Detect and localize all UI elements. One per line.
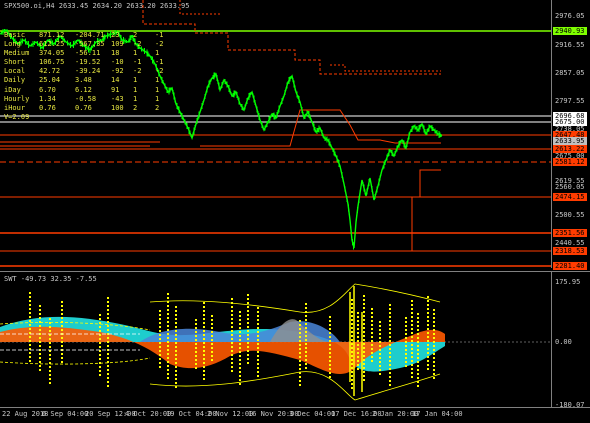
legend-row: Daily 25.04 3.48 14 1 1: [4, 76, 177, 85]
legend-row: Basic 871.12 -204.71 23 2 -1: [4, 31, 177, 40]
legend-cell-c: -10: [111, 58, 124, 67]
price-level-tag: 2675.00: [553, 118, 587, 126]
legend-row: Long 612.25 -567.35 109 -2 -2: [4, 40, 177, 49]
price-tick-label: 2976.05: [555, 12, 585, 20]
legend-cell-d: 1: [133, 94, 138, 103]
price-chart-pane[interactable]: SPX500.oi,H4 2633.45 2634.20 2633.20 263…: [0, 0, 551, 268]
price-tick-label: 2500.55: [555, 211, 585, 219]
indicator-tick-label: 175.95: [555, 278, 581, 286]
price-axis[interactable]: 2976.05 2916.55 2857.05 2797.55 2738.05 2675.…: [551, 0, 590, 270]
price-tick-label: 2797.55: [555, 97, 585, 105]
legend-cell-a: 612.25: [39, 40, 65, 49]
legend-cell-d: -1: [133, 58, 142, 67]
legend-cell-b: -567.35: [75, 40, 105, 49]
legend-cell-a: 25.04: [39, 76, 61, 85]
legend-row: Short 106.75 -19.52 -10 -1 -1: [4, 58, 177, 67]
time-tick-label: 2 Nov 12:00: [207, 410, 254, 418]
price-level-tag: 2281.40: [553, 262, 587, 270]
legend-cell-name: Basic: [4, 31, 26, 39]
indicator-tick-label: 0.00: [555, 338, 572, 346]
price-level-tag: 2474.15: [553, 193, 587, 201]
legend-cell-b: -39.24: [75, 67, 101, 76]
legend-cell-name: iDay: [4, 85, 21, 94]
price-tick-label: 2916.55: [555, 41, 585, 49]
time-tick-label: 17 Jan 04:00: [412, 410, 463, 418]
legend-cell-a: 42.72: [39, 67, 61, 76]
legend-cell-c: 18: [111, 49, 120, 58]
legend-cell-name: Medium: [4, 49, 30, 58]
legend-cell-e: -2: [155, 40, 164, 49]
support-step-line: [411, 169, 441, 251]
legend-cell-b: -19.52: [75, 58, 101, 67]
price-level-tag: 2633.95: [553, 137, 587, 145]
legend-cell-name: Long: [4, 40, 21, 49]
legend-cell-e: 1: [155, 85, 160, 94]
legend-cell-e: -2: [155, 67, 164, 76]
legend-cell-e: 1: [155, 94, 160, 103]
legend-cell-c: -43: [111, 94, 124, 103]
time-tick-label: 6 Sep 04:00: [42, 410, 89, 418]
price-level-tag: 2318.53: [553, 247, 587, 255]
timeframe-legend: Basic 871.12 -204.71 23 2 -1 Long 612.25 -567.35…: [4, 31, 177, 122]
price-level-tag: 2613.22: [553, 145, 587, 153]
legend-cell-name: Daily: [4, 76, 26, 85]
legend-cell-e: 1: [155, 76, 160, 85]
legend-cell-d: 1: [133, 85, 138, 94]
legend-cell-c: 23: [111, 31, 120, 39]
legend-row: iHour 0.76 0.76 100 2 2: [4, 104, 177, 113]
legend-footer: V=2.09: [4, 112, 30, 121]
legend-cell-b: 3.48: [75, 76, 92, 85]
legend-cell-b: 0.76: [75, 103, 92, 112]
swt-indicator-canvas: [0, 283, 551, 401]
legend-cell-name: Local: [4, 67, 26, 76]
price-level-tag: 2940.93: [553, 27, 587, 35]
legend-cell-name: Short: [4, 58, 26, 67]
legend-cell-a: 106.75: [39, 58, 65, 67]
price-level-tag: 2581.12: [553, 158, 587, 166]
indicator-title: SWT -49.73 32.35 -7.55: [4, 275, 97, 283]
legend-cell-name: iHour: [4, 103, 26, 112]
support-line: [0, 141, 160, 147]
time-axis[interactable]: 22 Aug 2018 6 Sep 04:00 20 Sep 12:00 4 Oct …: [0, 407, 590, 423]
time-tick-label: 4 Oct 20:00: [125, 410, 172, 418]
legend-cell-e: 2: [155, 103, 160, 112]
price-tick-label: 2857.05: [555, 69, 585, 77]
legend-cell-e: -1: [155, 31, 164, 39]
legend-cell-a: 374.05: [39, 49, 65, 58]
legend-cell-b: -0.58: [75, 94, 97, 103]
swt-indicator-pane[interactable]: SWT -49.73 32.35 -7.55: [0, 271, 551, 408]
legend-cell-d: 2: [133, 103, 138, 112]
legend-cell-c: 100: [111, 103, 124, 112]
legend-row: Local 42.72 -39.24 -92 -2 -2: [4, 67, 177, 76]
legend-cell-e: 1: [155, 49, 160, 58]
indicator-axis[interactable]: 175.95 0.00 -180.07: [551, 271, 590, 409]
legend-cell-b: 6.12: [75, 85, 92, 94]
legend-cell-d: -2: [133, 40, 142, 49]
price-tick-label: 2560.05: [555, 183, 585, 191]
legend-cell-c: 14: [111, 76, 120, 85]
legend-cell-e: -1: [155, 58, 164, 67]
legend-row: Medium 374.05 -56.11 18 1 1: [4, 49, 177, 58]
legend-cell-d: 2: [133, 31, 138, 39]
legend-row: Hourly 1.34 -0.58 -43 1 1: [4, 95, 177, 104]
legend-cell-name: Hourly: [4, 94, 30, 103]
legend-cell-d: -2: [133, 67, 142, 76]
price-tick-label: 2440.55: [555, 239, 585, 247]
legend-cell-c: 91: [111, 85, 120, 94]
legend-cell-b: -56.11: [75, 49, 101, 58]
chart-title: SPX500.oi,H4 2633.45 2634.20 2633.20 263…: [4, 2, 190, 10]
legend-cell-c: -92: [111, 67, 124, 76]
legend-cell-d: 1: [133, 76, 138, 85]
legend-row: iDay 6.70 6.12 91 1 1: [4, 86, 177, 95]
price-level-tag: 2351.56: [553, 229, 587, 237]
time-tick-label: 3 Dec 04:00: [289, 410, 336, 418]
legend-cell-a: 1.34: [39, 94, 56, 103]
legend-cell-a: 6.70: [39, 85, 56, 94]
resistance-step-line: [142, 0, 441, 75]
legend-cell-a: 0.76: [39, 103, 56, 112]
legend-cell-b: -204.71: [75, 31, 105, 39]
legend-cell-d: 1: [133, 49, 138, 58]
legend-cell-c: 109: [111, 40, 124, 49]
legend-cell-a: 871.12: [39, 31, 65, 39]
